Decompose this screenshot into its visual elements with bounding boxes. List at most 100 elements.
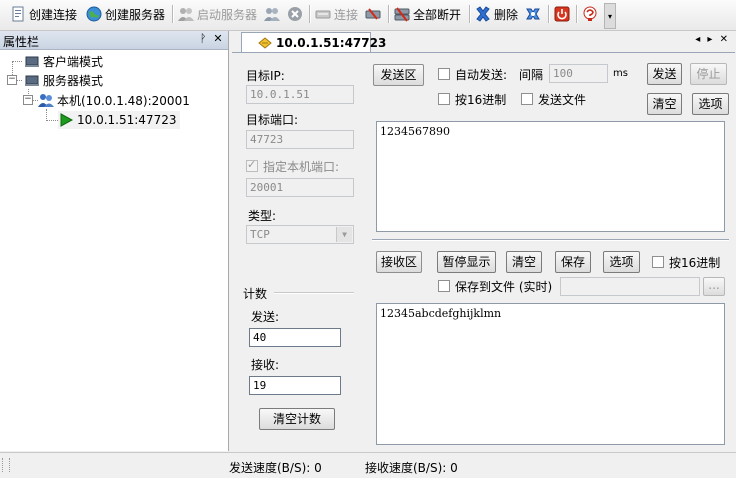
start-server-button[interactable]: 启动服务器 <box>178 4 257 24</box>
auto-send-checkbox[interactable] <box>438 68 450 80</box>
send-clear-button[interactable]: 清空 <box>647 93 682 115</box>
tools-icon <box>526 8 540 20</box>
connection-tab-icon <box>258 36 272 49</box>
delete-button[interactable]: 删除 <box>475 4 518 24</box>
auto-send-label: 自动发送: <box>455 68 508 82</box>
recv-textarea[interactable]: 12345abcdefghijklmn <box>376 303 725 445</box>
clear-count-button[interactable]: 清空计数 <box>259 408 335 430</box>
toolbar-separator <box>309 5 310 23</box>
close-circle-button[interactable] <box>287 4 303 24</box>
recv-hex-label: 按16进制 <box>669 256 721 270</box>
computer-icon <box>25 75 39 86</box>
status-bar: 发送速度(B/S): 0 接收速度(B/S): 0 <box>0 452 736 478</box>
help-button[interactable] <box>582 4 598 24</box>
local-port-label: 指定本机端口: <box>263 160 340 174</box>
tab-bar: 10.0.1.51:47723 ◂ ▸ ✕ <box>231 31 736 52</box>
disconnect-all-icon <box>394 7 410 22</box>
power-button[interactable] <box>554 4 570 24</box>
close-icon[interactable]: ✕ <box>211 32 225 45</box>
toolbar-separator <box>548 5 549 23</box>
interval-field[interactable]: 100 <box>549 64 608 83</box>
tree-expander[interactable]: − <box>23 95 33 105</box>
users-icon <box>38 94 54 107</box>
users-icon <box>178 8 194 21</box>
recv-clear-button[interactable]: 清空 <box>506 251 542 273</box>
local-port-field[interactable]: 20001 <box>246 178 354 197</box>
tree-line <box>12 61 22 62</box>
toolbar-overflow-button[interactable]: ▾ <box>604 3 616 29</box>
recv-area-title-button[interactable]: 接收区 <box>376 251 422 273</box>
property-panel-title: 属性栏 <box>3 35 40 49</box>
local-port-checkbox[interactable] <box>246 158 258 172</box>
send-speed-status: 发送速度(B/S): 0 <box>229 461 322 475</box>
send-hex-checkbox[interactable] <box>438 93 450 105</box>
close-circle-icon <box>288 7 302 21</box>
users-icon <box>264 8 280 21</box>
save-to-file-label: 保存到文件 (实时) <box>455 280 553 294</box>
send-file-checkbox[interactable] <box>521 93 533 105</box>
target-port-label: 目标端口: <box>246 113 299 127</box>
property-panel: 属性栏 ᚹ ✕ − − 客户端模式 服务器模式 本机(10.0.1.48):20… <box>0 31 229 451</box>
disconnect-all-button[interactable]: 全部断开 <box>394 4 461 24</box>
create-server-button[interactable]: 创建服务器 <box>86 4 165 24</box>
tree-item-client-mode[interactable]: 客户端模式 <box>24 52 103 70</box>
stop-server-button[interactable] <box>264 4 280 24</box>
tree-item-connection[interactable]: 10.0.1.51:47723 <box>58 111 181 129</box>
save-button[interactable]: 保存 <box>555 251 591 273</box>
connection-panel: 目标IP: 10.0.1.51 目标端口: 47723 指定本机端口: 2000… <box>232 52 735 451</box>
save-file-path-field[interactable] <box>560 277 700 296</box>
tree-line <box>46 120 58 121</box>
delete-x-icon <box>476 6 490 22</box>
toolbar-separator <box>172 5 173 23</box>
chevron-down-icon: ▾ <box>607 11 612 21</box>
tab-connection[interactable]: 10.0.1.51:47723 <box>241 32 386 52</box>
pin-icon[interactable]: ᚹ <box>196 32 210 45</box>
send-file-label: 发送文件 <box>538 93 587 107</box>
recv-hex-checkbox[interactable] <box>652 256 664 268</box>
counter-group-line <box>274 292 354 293</box>
pause-display-button[interactable]: 暂停显示 <box>437 251 496 273</box>
send-textarea[interactable]: 1234567890 <box>376 121 725 232</box>
play-icon <box>60 113 74 127</box>
send-options-button[interactable]: 选项 <box>692 93 729 115</box>
send-count-field[interactable]: 40 <box>249 328 341 347</box>
recv-options-button[interactable]: 选项 <box>603 251 640 273</box>
tree-item-local-host[interactable]: 本机(10.0.1.48):20001 <box>38 91 190 109</box>
toolbar-separator <box>576 5 577 23</box>
target-ip-label: 目标IP: <box>246 69 285 83</box>
type-select[interactable]: TCP ▼ <box>246 225 354 244</box>
create-connection-button[interactable]: 创建连接 <box>10 4 77 24</box>
save-to-file-checkbox[interactable] <box>438 280 450 292</box>
splitter[interactable] <box>372 239 729 240</box>
tab-navigation[interactable]: ◂ ▸ ✕ <box>695 34 730 45</box>
connect-icon <box>315 10 331 19</box>
target-port-field[interactable]: 47723 <box>246 130 354 149</box>
recv-speed-status: 接收速度(B/S): 0 <box>365 461 458 475</box>
globe-icon <box>86 6 102 22</box>
disconnect-button[interactable] <box>365 4 381 24</box>
connect-button[interactable]: 连接 <box>315 4 358 24</box>
disconnect-icon <box>365 8 381 20</box>
help-icon <box>583 6 597 21</box>
tree-expander[interactable]: − <box>7 75 17 85</box>
browse-button[interactable]: ... <box>703 277 725 296</box>
target-ip-field[interactable]: 10.0.1.51 <box>246 85 354 104</box>
recv-count-label: 接收: <box>251 358 280 372</box>
recv-count-field[interactable]: 19 <box>249 376 341 395</box>
toolbar-separator <box>469 5 470 23</box>
tree-item-server-mode[interactable]: 服务器模式 <box>24 71 103 89</box>
toolbar-separator <box>388 5 389 23</box>
power-icon <box>554 6 570 22</box>
toolbar: 创建连接 创建服务器 启动服务器 连接 全部断开 删除 ▾ <box>0 0 736 31</box>
send-area-title-button[interactable]: 发送区 <box>373 64 424 86</box>
new-connection-icon <box>12 6 24 22</box>
send-hex-label: 按16进制 <box>455 93 507 107</box>
status-grip <box>2 458 10 472</box>
property-panel-header: 属性栏 ᚹ ✕ <box>0 31 228 50</box>
interval-label: 间隔 <box>519 68 544 82</box>
type-label: 类型: <box>248 209 277 223</box>
tools-button[interactable] <box>525 4 541 24</box>
type-select-value: TCP <box>250 228 270 241</box>
send-button[interactable]: 发送 <box>647 63 682 85</box>
stop-button[interactable]: 停止 <box>690 63 727 85</box>
